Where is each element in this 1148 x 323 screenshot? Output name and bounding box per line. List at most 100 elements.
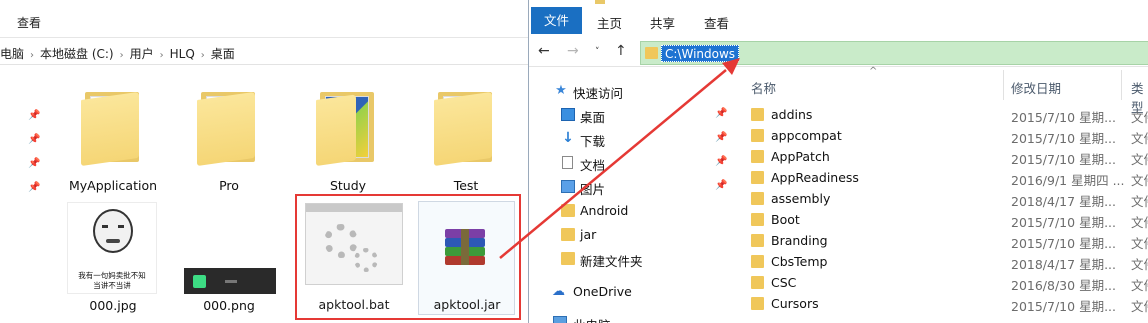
nav-item-jar[interactable]: jar (529, 224, 729, 246)
download-icon: ↓ (562, 130, 574, 146)
address-bar-row: ← → ˅ ↑ C:\Windows (529, 37, 1148, 67)
sort-ascending-icon: ^ (869, 66, 878, 77)
file-item-myapplication[interactable]: MyApplication (57, 86, 169, 196)
pin-icon[interactable]: 📌 (28, 134, 40, 146)
star-icon: ★ (555, 83, 567, 98)
column-header: ^ 名称 修改日期 类型 (735, 66, 1148, 115)
pin-icon[interactable]: 📌 (715, 180, 727, 191)
folder-icon (645, 47, 658, 59)
row-name: AppPatch (771, 149, 830, 164)
table-row[interactable]: appcompat 2015/7/10 星期... 文件 (735, 125, 1148, 146)
row-name: CbsTemp (771, 254, 828, 269)
breadcrumb-desktop[interactable]: 桌面 (211, 47, 235, 61)
row-date: 2016/9/1 星期四 ... (1011, 173, 1125, 188)
nav-label: 图片 (580, 182, 606, 197)
row-date: 2015/7/10 星期... (1011, 131, 1116, 146)
table-row[interactable]: AppReadiness 2016/9/1 星期四 ... 文件 (735, 167, 1148, 188)
pin-icon[interactable]: 📌 (715, 108, 727, 119)
nav-label: 快速访问 (573, 86, 624, 101)
windows-explorer-window: 文件 主页 共享 查看 ← → ˅ ↑ C:\Windows ★ 快速访问 桌面… (528, 0, 1148, 323)
pictures-icon (561, 180, 575, 193)
meme-thumbnail: 我有一句妈卖批不知 当讲不当讲 (67, 202, 157, 294)
column-date[interactable]: 修改日期 (1011, 78, 1061, 97)
cloud-icon: ☁ (552, 284, 565, 299)
column-name[interactable]: 名称 (751, 78, 776, 97)
row-name: Branding (771, 233, 828, 248)
file-item-pro[interactable]: Pro (173, 86, 285, 196)
address-text[interactable]: C:\Windows (661, 45, 740, 62)
table-row[interactable]: Cursors 2015/7/10 星期... 文件 (735, 293, 1148, 314)
ribbon: 文件 主页 共享 查看 (529, 0, 1148, 34)
row-date: 2016/8/30 星期... (1011, 278, 1116, 293)
tab-view[interactable]: 查看 (17, 14, 41, 31)
forward-arrow-icon[interactable]: → (567, 43, 579, 59)
annotation-highlight-box (295, 194, 521, 320)
pin-icon[interactable]: 📌 (28, 182, 40, 194)
pin-icon[interactable]: 📌 (28, 158, 40, 170)
file-item-000-jpg[interactable]: 我有一句妈卖批不知 当讲不当讲 000.jpg (57, 202, 169, 314)
nav-item-desktop[interactable]: 桌面 📌 (529, 104, 729, 126)
row-type: 文件 (1131, 131, 1148, 146)
up-arrow-icon[interactable]: ↑ (615, 43, 627, 59)
table-row[interactable]: CbsTemp 2018/4/17 星期... 文件 (735, 251, 1148, 272)
folder-icon (751, 276, 764, 289)
nav-item-documents[interactable]: 文档 📌 (529, 152, 729, 174)
screenshot: 查看 电脑 › 本地磁盘 (C:) › 用户 › HLQ › 桌面 📌 📌 📌 📌 MyAppl… (0, 0, 1148, 323)
row-name: CSC (771, 275, 797, 290)
file-item-000-png[interactable]: 000.png (173, 202, 285, 314)
folder-icon (81, 90, 145, 166)
pin-icon[interactable]: 📌 (715, 156, 727, 167)
breadcrumb-this-pc[interactable]: 电脑 (0, 47, 24, 61)
folder-icon (751, 171, 764, 184)
file-label: Study (329, 178, 367, 193)
table-row[interactable]: addins 2015/7/10 星期... 文件 (735, 104, 1148, 125)
row-date: 2018/4/17 星期... (1011, 194, 1116, 209)
pin-icon[interactable]: 📌 (715, 132, 727, 143)
meme-caption-line2: 当讲不当讲 (93, 281, 131, 290)
folder-icon (197, 90, 261, 166)
pin-icon[interactable]: 📌 (28, 110, 40, 122)
folder-icon (751, 255, 764, 268)
breadcrumb[interactable]: 电脑 › 本地磁盘 (C:) › 用户 › HLQ › 桌面 (0, 41, 528, 65)
tab-home[interactable]: 主页 (597, 13, 622, 32)
folder-icon (751, 108, 764, 121)
chevron-right-icon: › (30, 50, 35, 61)
row-date: 2015/7/10 星期... (1011, 152, 1116, 167)
folder-icon (751, 150, 764, 163)
chevron-down-icon[interactable]: ˅ (595, 47, 600, 57)
file-item-test[interactable]: Test (410, 86, 522, 196)
breadcrumb-users[interactable]: 用户 (130, 47, 154, 61)
tab-share[interactable]: 共享 (650, 13, 675, 32)
breadcrumb-local-disk[interactable]: 本地磁盘 (C:) (40, 47, 114, 61)
row-type: 文件 (1131, 173, 1148, 188)
breadcrumb-hlq[interactable]: HLQ (170, 47, 195, 61)
row-type: 文件 (1131, 299, 1148, 314)
chevron-right-icon: › (159, 50, 164, 61)
table-row[interactable]: CSC 2016/8/30 星期... 文件 (735, 272, 1148, 293)
nav-item-this-pc[interactable]: 此电脑 (529, 312, 729, 323)
table-row[interactable]: assembly 2018/4/17 星期... 文件 (735, 188, 1148, 209)
nav-label: jar (580, 227, 597, 242)
nav-label: OneDrive (573, 284, 632, 299)
column-divider[interactable] (1003, 70, 1004, 100)
nav-item-pictures[interactable]: 图片 📌 (529, 176, 729, 198)
nav-item-new-folder[interactable]: 新建文件夹 (529, 248, 729, 270)
nav-item-android[interactable]: Android (529, 200, 729, 222)
address-input[interactable]: C:\Windows (640, 41, 1148, 65)
folder-icon (434, 90, 498, 166)
table-row[interactable]: AppPatch 2015/7/10 星期... 文件 (735, 146, 1148, 167)
folder-icon (316, 90, 380, 166)
column-divider[interactable] (1121, 70, 1122, 100)
tab-view[interactable]: 查看 (704, 13, 729, 32)
row-date: 2015/7/10 星期... (1011, 236, 1116, 251)
nav-item-downloads[interactable]: ↓ 下载 📌 (529, 128, 729, 150)
table-row[interactable]: Boot 2015/7/10 星期... 文件 (735, 209, 1148, 230)
back-arrow-icon[interactable]: ← (538, 43, 550, 59)
nav-item-onedrive[interactable]: ☁ OneDrive (529, 281, 729, 303)
nav-label: 桌面 (580, 110, 606, 125)
file-item-study[interactable]: Study (292, 86, 404, 196)
table-row[interactable]: Branding 2015/7/10 星期... 文件 (735, 230, 1148, 251)
tab-file[interactable]: 文件 (531, 7, 582, 34)
nav-item-quick-access[interactable]: ★ 快速访问 (529, 80, 729, 102)
navigation-pane: ★ 快速访问 桌面 📌 ↓ 下载 📌 文档 📌 图片 📌 Android jar… (529, 68, 735, 323)
